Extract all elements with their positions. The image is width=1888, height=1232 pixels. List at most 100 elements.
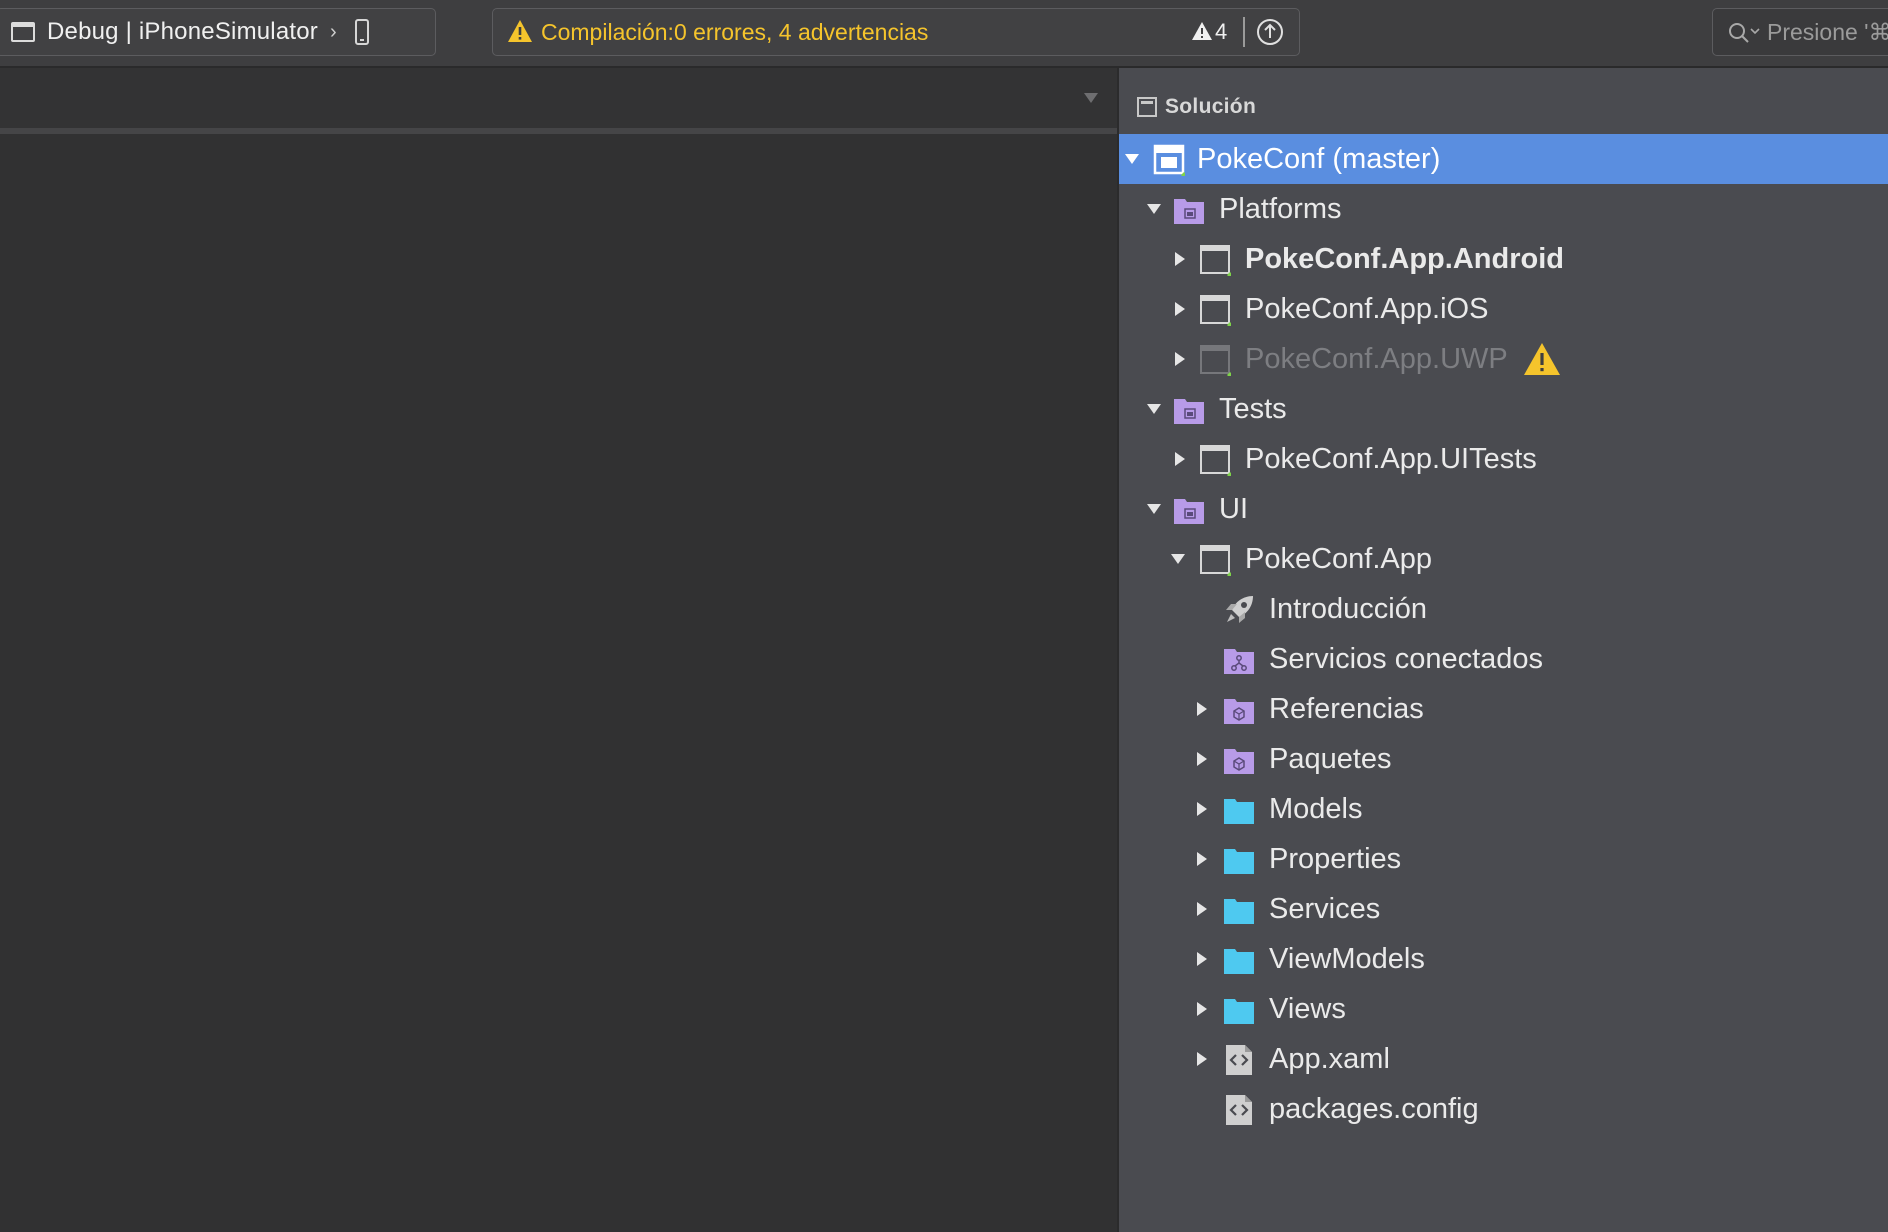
collapsed-arrow-icon[interactable] xyxy=(1195,852,1209,866)
solution-folder-icon xyxy=(1174,499,1204,524)
folder-icon xyxy=(1224,899,1254,924)
pad-icon xyxy=(1137,97,1157,117)
tree-item-views[interactable]: Views xyxy=(1119,984,1888,1034)
collapsed-arrow-icon[interactable] xyxy=(1173,252,1187,266)
solution-pad-header: Solución xyxy=(1137,92,1256,122)
collapsed-arrow-icon[interactable] xyxy=(1195,902,1209,916)
tree-item-label: ViewModels xyxy=(1269,943,1425,975)
solution-pad: Solución PokeConf (master) Platforms Pok… xyxy=(1117,68,1888,1232)
tree-item-label: PokeConf.App.UWP xyxy=(1245,343,1508,375)
project-icon xyxy=(1200,245,1231,276)
project-icon xyxy=(1200,445,1231,476)
connected-services-icon xyxy=(1224,649,1254,674)
editor-area xyxy=(0,68,1117,1232)
tree-item-label: PokeConf.App.iOS xyxy=(1245,293,1489,325)
references-folder-icon xyxy=(1224,699,1254,724)
search-icon xyxy=(1729,23,1760,43)
expanded-arrow-icon[interactable] xyxy=(1125,152,1139,166)
xml-file-icon xyxy=(1226,1045,1252,1075)
phone-device-icon xyxy=(354,19,369,45)
solution-folder-icon xyxy=(1174,399,1204,424)
tree-item-servicios-conectados[interactable]: Servicios conectados xyxy=(1119,634,1888,684)
collapsed-arrow-icon[interactable] xyxy=(1195,702,1209,716)
tree-item-label: Paquetes xyxy=(1269,743,1392,775)
folder-icon xyxy=(1224,949,1254,974)
tree-item-models[interactable]: Models xyxy=(1119,784,1888,834)
tree-item-app-project[interactable]: PokeConf.App xyxy=(1119,534,1888,584)
tree-item-solution[interactable]: PokeConf (master) xyxy=(1119,134,1888,184)
rocket-icon xyxy=(1226,596,1253,623)
collapsed-arrow-icon[interactable] xyxy=(1195,1002,1209,1016)
expanded-arrow-icon[interactable] xyxy=(1147,402,1161,416)
upload-icon[interactable] xyxy=(1256,18,1284,46)
tree-item-label: UI xyxy=(1219,493,1248,525)
expanded-arrow-icon[interactable] xyxy=(1147,202,1161,216)
warning-count-icon[interactable] xyxy=(1191,21,1213,41)
warning-icon xyxy=(1524,343,1560,375)
tree-item-label: Referencias xyxy=(1269,693,1424,725)
solution-pad-title: Solución xyxy=(1165,95,1257,118)
tree-item-label: Tests xyxy=(1219,393,1287,425)
expanded-arrow-icon[interactable] xyxy=(1171,552,1185,566)
tree-item-packages-config[interactable]: packages.config xyxy=(1119,1084,1888,1134)
project-icon xyxy=(1200,295,1231,326)
collapsed-arrow-icon[interactable] xyxy=(1173,452,1187,466)
folder-icon xyxy=(1224,799,1254,824)
tree-item-label: App.xaml xyxy=(1269,1043,1390,1075)
editor-header xyxy=(0,68,1117,134)
packages-folder-icon xyxy=(1224,749,1254,774)
run-configuration-selector[interactable]: Debug | iPhoneSimulator › xyxy=(0,8,436,56)
tree-item-ios-project[interactable]: PokeConf.App.iOS xyxy=(1119,284,1888,334)
collapsed-arrow-icon[interactable] xyxy=(1195,802,1209,816)
tree-item-label: Platforms xyxy=(1219,193,1342,225)
tree-item-services[interactable]: Services xyxy=(1119,884,1888,934)
tree-item-ui[interactable]: UI xyxy=(1119,484,1888,534)
collapsed-arrow-icon[interactable] xyxy=(1173,302,1187,316)
tree-item-properties[interactable]: Properties xyxy=(1119,834,1888,884)
search-input[interactable] xyxy=(1767,15,1888,49)
tree-item-label: PokeConf.App.UITests xyxy=(1245,443,1537,475)
collapsed-arrow-icon[interactable] xyxy=(1195,1052,1209,1066)
tree-item-label: Models xyxy=(1269,793,1363,825)
tree-item-uwp-project[interactable]: PokeConf.App.UWP xyxy=(1119,334,1888,384)
chevron-down-icon[interactable] xyxy=(1083,92,1099,104)
project-icon xyxy=(1200,545,1231,576)
tree-item-platforms[interactable]: Platforms xyxy=(1119,184,1888,234)
tree-item-introduccion[interactable]: Introducción xyxy=(1119,584,1888,634)
expanded-arrow-icon[interactable] xyxy=(1147,502,1161,516)
xml-file-icon xyxy=(1226,1095,1252,1125)
tree-item-uitests-project[interactable]: PokeConf.App.UITests xyxy=(1119,434,1888,484)
warning-count[interactable]: 4 xyxy=(1215,19,1227,45)
tree-item-label: Servicios conectados xyxy=(1269,643,1544,675)
tree-item-viewmodels[interactable]: ViewModels xyxy=(1119,934,1888,984)
project-icon xyxy=(1200,345,1231,376)
tree-item-referencias[interactable]: Referencias xyxy=(1119,684,1888,734)
tree-item-android-project[interactable]: PokeConf.App.Android xyxy=(1119,234,1888,284)
collapsed-arrow-icon[interactable] xyxy=(1173,352,1187,366)
configuration-label: Debug | iPhoneSimulator xyxy=(47,18,318,45)
solution-icon xyxy=(1153,144,1185,176)
toolbar: Debug | iPhoneSimulator › Compilación:0 … xyxy=(0,0,1888,68)
collapsed-arrow-icon[interactable] xyxy=(1195,752,1209,766)
tree-item-paquetes[interactable]: Paquetes xyxy=(1119,734,1888,784)
tree-item-tests[interactable]: Tests xyxy=(1119,384,1888,434)
build-status-text: Compilación:0 errores, 4 advertencias xyxy=(541,19,929,45)
chevron-right-icon: › xyxy=(330,20,337,43)
tree-item-label: PokeConf.App xyxy=(1245,543,1433,575)
warning-icon xyxy=(508,20,532,42)
tree-item-app-xaml[interactable]: App.xaml xyxy=(1119,1034,1888,1084)
tree-item-label: PokeConf.App.Android xyxy=(1245,243,1564,275)
separator xyxy=(1243,17,1245,47)
solution-folder-icon xyxy=(1174,199,1204,224)
tree-item-label: Properties xyxy=(1269,843,1402,875)
tree-item-label: Views xyxy=(1269,993,1346,1025)
build-status-bar[interactable]: Compilación:0 errores, 4 advertencias 4 xyxy=(492,8,1300,56)
collapsed-arrow-icon[interactable] xyxy=(1195,952,1209,966)
folder-icon xyxy=(1224,999,1254,1024)
search-box[interactable] xyxy=(1712,8,1888,56)
tree-item-label: PokeConf (master) xyxy=(1197,143,1441,175)
tree-item-label: Introducción xyxy=(1269,593,1427,625)
folder-icon xyxy=(1224,849,1254,874)
tree-item-label: Services xyxy=(1269,893,1381,925)
window-icon xyxy=(11,22,35,42)
